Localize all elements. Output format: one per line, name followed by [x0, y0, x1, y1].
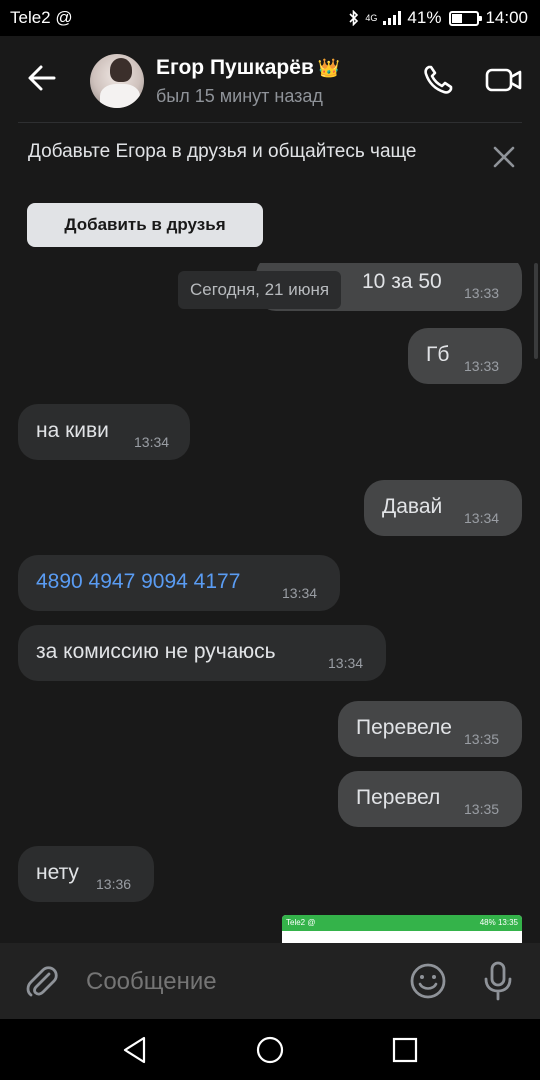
message-bubble[interactable]: на киви 13:34	[18, 404, 190, 460]
message-composer	[0, 943, 540, 1019]
home-circle-icon[interactable]	[253, 1033, 287, 1067]
message-text: Перевел	[356, 786, 441, 809]
back-arrow-icon[interactable]	[22, 58, 62, 98]
date-separator: Сегодня, 21 июня	[178, 271, 342, 309]
card-number-link[interactable]: 4890 4947 9094 4177	[36, 570, 240, 594]
microphone-icon[interactable]	[478, 959, 518, 1003]
message-time: 13:35	[464, 801, 500, 817]
banner-text: Добавьте Егора в друзья и общайтесь чаще	[28, 141, 417, 162]
message-bubble[interactable]: Перевеле 13:35	[338, 701, 522, 757]
bluetooth-icon	[349, 10, 359, 26]
image-strip-time: 48% 13:35	[479, 918, 518, 927]
message-time: 13:34	[282, 585, 318, 601]
close-icon[interactable]	[490, 143, 518, 171]
message-input[interactable]	[86, 965, 386, 999]
message-bubble[interactable]: за комиссию не ручаюсь 13:34	[18, 625, 386, 681]
battery-percent: 41%	[407, 8, 442, 27]
message-text: нету	[36, 861, 79, 884]
message-text: на киви	[36, 419, 109, 442]
message-text: 10 за 50	[362, 270, 442, 293]
crown-emoji: 👑	[317, 58, 341, 78]
message-time: 13:33	[464, 285, 500, 301]
status-icons: 4G 41% 14:00	[349, 8, 528, 28]
message-time: 13:34	[464, 510, 500, 526]
image-status-strip: Tele2 @ 48% 13:35	[282, 915, 522, 931]
system-nav-bar	[0, 1019, 540, 1080]
message-time: 13:33	[464, 358, 500, 374]
message-time: 13:34	[134, 434, 170, 450]
battery-icon	[449, 10, 483, 26]
avatar[interactable]	[90, 54, 144, 108]
message-time: 13:35	[464, 731, 500, 747]
chat-header: Егор Пушкарёв 👑 был 15 минут назад	[0, 36, 540, 122]
message-text: Перевеле	[356, 716, 452, 739]
message-text: Гб	[426, 343, 450, 366]
image-attachment[interactable]: Tele2 @ 48% 13:35	[282, 915, 522, 943]
back-triangle-icon[interactable]	[118, 1033, 152, 1067]
signal-icon	[383, 11, 402, 25]
video-camera-icon[interactable]	[484, 60, 524, 100]
message-bubble[interactable]: 4890 4947 9094 4177 13:34	[18, 555, 340, 611]
image-strip-carrier: Tele2 @	[286, 918, 316, 927]
add-friend-banner: Добавьте Егора в друзья и общайтесь чаще…	[0, 123, 540, 263]
clock: 14:00	[485, 8, 528, 27]
message-bubble[interactable]: Давай 13:34	[364, 480, 522, 536]
scrollbar[interactable]	[534, 263, 538, 359]
emoji-icon[interactable]	[408, 961, 448, 1001]
network-type-label: 4G	[365, 12, 378, 23]
message-bubble[interactable]: Перевел 13:35	[338, 771, 522, 827]
message-time: 13:34	[328, 655, 364, 671]
contact-name[interactable]: Егор Пушкарёв 👑	[156, 56, 340, 80]
add-friend-button[interactable]: Добавить в друзья	[27, 203, 263, 247]
message-bubble[interactable]: нету 13:36	[18, 846, 154, 902]
carrier-label: Tele2 @	[10, 8, 73, 27]
message-bubble[interactable]: Гб 13:33	[408, 328, 522, 384]
status-bar: Tele2 @ 4G 41% 14:00	[0, 0, 540, 36]
message-text: Давай	[382, 495, 443, 518]
phone-icon[interactable]	[418, 60, 458, 100]
last-seen-status: был 15 минут назад	[156, 86, 323, 106]
message-time: 13:36	[96, 876, 132, 892]
message-list[interactable]: 10 за 50 13:33 Сегодня, 21 июня Гб 13:33…	[0, 263, 540, 943]
message-text: за комиссию не ручаюсь	[36, 640, 276, 663]
paperclip-icon[interactable]	[22, 961, 62, 1001]
recents-square-icon[interactable]	[388, 1033, 422, 1067]
contact-name-text: Егор Пушкарёв	[156, 56, 314, 79]
